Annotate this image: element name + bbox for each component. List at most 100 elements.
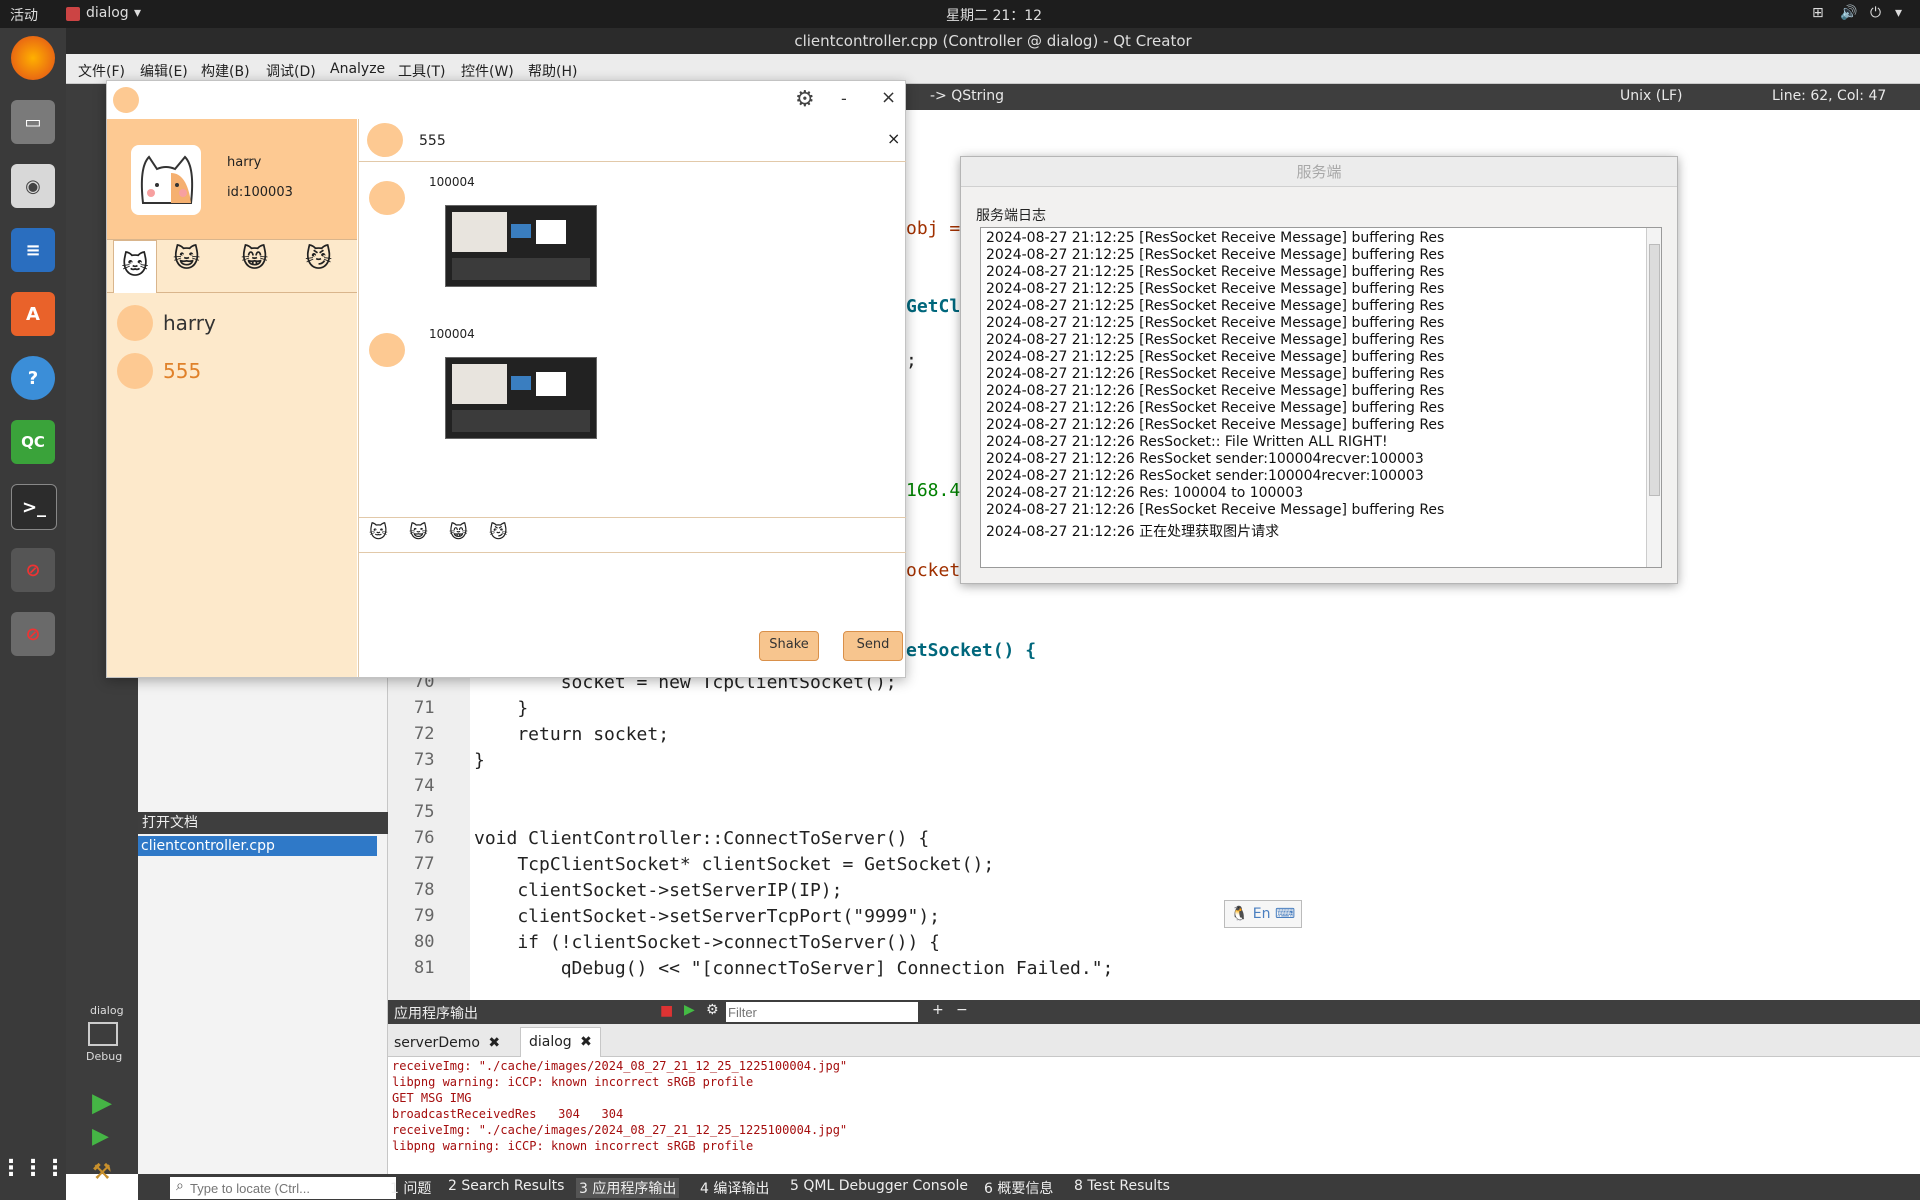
line-number: 78	[414, 880, 435, 900]
gear-icon[interactable]: ⚙	[795, 87, 815, 112]
menu-edit[interactable]: 编辑(E)	[140, 61, 188, 81]
code-fragment: GetCl	[906, 296, 961, 317]
rerun-icon[interactable]: ▶	[684, 1002, 695, 1018]
app-grid-icon[interactable]: ⋮⋮⋮	[0, 1146, 66, 1190]
gear-icon[interactable]: ⚙	[706, 1002, 719, 1018]
software-icon[interactable]: A	[11, 292, 55, 336]
user-id: id:100003	[227, 185, 293, 200]
app-menu[interactable]: dialog	[86, 5, 129, 21]
status-tab[interactable]: 4 编译输出	[700, 1178, 769, 1198]
network-icon[interactable]: ⊞	[1812, 5, 1824, 21]
close-icon[interactable]: ✖	[580, 1034, 592, 1050]
terminal-icon[interactable]: >_	[11, 484, 57, 530]
build-hammer-icon[interactable]: ⚒	[92, 1160, 112, 1185]
writer-icon[interactable]: ≡	[11, 228, 55, 272]
log-line: 2024-08-27 21:12:25 [ResSocket Receive M…	[986, 230, 1445, 246]
status-tab[interactable]: 5 QML Debugger Console	[790, 1178, 968, 1194]
code-fragment: etSocket() {	[906, 640, 1037, 661]
profile-card: harry id:100003	[107, 119, 357, 239]
output-line: receiveImg: "./cache/images/2024_08_27_2…	[392, 1123, 848, 1137]
message-item: 100004	[359, 175, 906, 305]
tab-group-icon[interactable]: 😸	[241, 244, 268, 274]
tab-serverdemo[interactable]: serverDemo ✖	[394, 1030, 500, 1056]
code-line: clientSocket->setServerIP(IP);	[474, 880, 843, 901]
menu-build[interactable]: 构建(B)	[201, 61, 250, 81]
code-line: }	[474, 698, 529, 719]
activities-button[interactable]: 活动	[10, 5, 38, 25]
close-button[interactable]: ×	[881, 87, 896, 108]
files-icon[interactable]: ▭	[11, 100, 55, 144]
plus-icon[interactable]: +	[932, 1002, 944, 1018]
menu-analyze[interactable]: Analyze	[330, 61, 385, 77]
line-number: 76	[414, 828, 435, 848]
log-line: 2024-08-27 21:12:25 [ResSocket Receive M…	[986, 332, 1445, 348]
menu-file[interactable]: 文件(F)	[78, 61, 125, 81]
shake-button[interactable]: Shake	[759, 631, 819, 661]
status-tab[interactable]: 6 概要信息	[984, 1178, 1053, 1198]
chat-panel: 555 × 100004 100004 🐱 😺 😸 😼 Shake Send	[358, 119, 906, 677]
output-line: receiveImg: "./cache/images/2024_08_27_2…	[392, 1059, 848, 1073]
tab-add-icon[interactable]: 😼	[305, 244, 332, 274]
user-avatar[interactable]	[131, 145, 201, 215]
user-name: harry	[227, 155, 262, 170]
qtcreator-icon[interactable]: QC	[11, 420, 55, 464]
minimize-button[interactable]: -	[841, 89, 847, 108]
image-message[interactable]	[445, 205, 597, 287]
filter-input[interactable]	[726, 1002, 918, 1022]
send-button[interactable]: Send	[843, 631, 903, 661]
output-text[interactable]: receiveImg: "./cache/images/2024_08_27_2…	[388, 1057, 1920, 1175]
tab-dialog[interactable]: dialog ✖	[520, 1027, 601, 1058]
tab-friends-icon[interactable]: 🐱	[113, 240, 157, 293]
status-tab[interactable]: 8 Test Results	[1074, 1178, 1170, 1194]
output-line: GET MSG IMG	[392, 1091, 472, 1105]
line-ending-selector[interactable]: Unix (LF)	[1620, 88, 1683, 104]
tab-label: dialog	[529, 1034, 572, 1050]
file-icon[interactable]: 😼	[489, 522, 508, 543]
contact-item[interactable]: 555	[117, 351, 347, 391]
message-input[interactable]	[359, 552, 906, 624]
firefox-icon[interactable]	[11, 36, 55, 80]
scrollbar[interactable]	[1646, 228, 1661, 567]
debug-run-icon[interactable]: ▶	[92, 1124, 109, 1149]
output-line: libpng warning: iCCP: known incorrect sR…	[392, 1139, 754, 1153]
peer-name: 555	[419, 133, 446, 149]
contact-item[interactable]: harry	[117, 303, 347, 343]
stop-icon[interactable]: ■	[660, 1003, 673, 1019]
tab-chat-icon[interactable]: 😺	[173, 244, 200, 274]
font-color-icon[interactable]: 😺	[409, 522, 428, 543]
help-icon[interactable]: ?	[11, 356, 55, 400]
menu-help[interactable]: 帮助(H)	[528, 61, 577, 81]
blocked-app-icon[interactable]: ⊘	[11, 612, 55, 656]
volume-icon[interactable]: 🔊	[1840, 5, 1857, 21]
code-line: }	[474, 750, 485, 771]
server-log[interactable]: 2024-08-27 21:12:25 [ResSocket Receive M…	[980, 227, 1662, 568]
ime-indicator[interactable]: 🐧 En ⌨	[1224, 900, 1302, 928]
status-tab[interactable]: 2 Search Results	[448, 1178, 564, 1194]
line-number: 74	[414, 776, 435, 796]
cursor-position[interactable]: Line: 62, Col: 47	[1772, 88, 1886, 104]
contact-name: 555	[163, 359, 202, 383]
menu-tools[interactable]: 工具(T)	[398, 61, 445, 81]
symbol-selector[interactable]: -> QString	[930, 88, 1004, 104]
image-icon[interactable]: 😸	[449, 522, 468, 543]
emoji-icon[interactable]: 🐱	[369, 522, 388, 543]
status-tab[interactable]: 1 问题	[390, 1178, 431, 1198]
minus-icon[interactable]: −	[956, 1002, 968, 1018]
scrollbar-thumb[interactable]	[1649, 244, 1660, 496]
menu-debug[interactable]: 调试(D)	[266, 61, 316, 81]
close-chat-button[interactable]: ×	[887, 129, 900, 148]
open-doc-item[interactable]: clientcontroller.cpp	[138, 836, 377, 856]
monitor-icon[interactable]	[88, 1022, 118, 1046]
run-icon[interactable]: ▶	[92, 1088, 112, 1118]
output-header: 应用程序输出 ■ ▶ ⚙ + −	[388, 1000, 1920, 1024]
chevron-down-icon[interactable]: ▾	[1895, 5, 1902, 21]
menu-widgets[interactable]: 控件(W)	[461, 61, 514, 81]
status-tab[interactable]: 3 应用程序输出	[576, 1178, 680, 1198]
close-icon[interactable]: ✖	[488, 1035, 500, 1051]
clock[interactable]: 星期二 21：12	[946, 5, 1042, 25]
image-message[interactable]	[445, 357, 597, 439]
power-icon[interactable]: ⏻	[1870, 5, 1881, 21]
blocked-app-icon[interactable]: ⊘	[11, 548, 55, 592]
locate-input[interactable]	[170, 1177, 396, 1199]
rhythmbox-icon[interactable]: ◉	[11, 164, 55, 208]
